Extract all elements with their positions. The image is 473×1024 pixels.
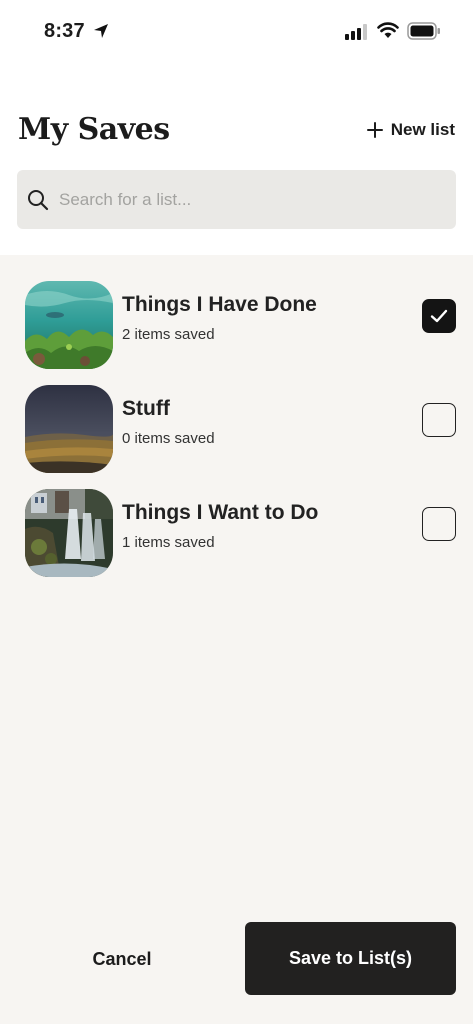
list-checkbox-unchecked[interactable] — [422, 507, 456, 541]
list-thumbnail-underwater — [25, 281, 113, 369]
list-thumbnail-desert-dusk — [25, 385, 113, 473]
save-to-lists-button[interactable]: Save to List(s) — [245, 922, 456, 995]
checkmark-icon — [430, 309, 448, 323]
list-title: Things I Have Done — [122, 293, 317, 316]
list-item-things-i-have-done[interactable]: Things I Have Done 2 items saved — [0, 281, 473, 373]
header: My Saves New list — [0, 108, 473, 158]
battery-icon — [407, 22, 440, 40]
location-arrow-icon — [94, 24, 108, 38]
cellular-signal-icon — [345, 24, 367, 40]
list-title: Things I Want to Do — [122, 501, 319, 524]
search-icon — [28, 189, 49, 210]
list-count: 2 items saved — [122, 326, 215, 343]
list-count: 1 items saved — [122, 534, 215, 551]
saved-lists: Things I Have Done 2 items saved Stuff 0… — [0, 255, 473, 910]
wifi-icon — [377, 22, 399, 38]
list-thumbnail-waterfall — [25, 489, 113, 577]
footer: Cancel Save to List(s) — [0, 910, 473, 1024]
list-checkbox-unchecked[interactable] — [422, 403, 456, 437]
new-list-button[interactable]: New list — [366, 120, 455, 140]
list-checkbox-checked[interactable] — [422, 299, 456, 333]
cancel-button[interactable]: Cancel — [62, 944, 182, 974]
page-title: My Saves — [18, 112, 170, 147]
search-box[interactable] — [17, 170, 456, 229]
status-time: 8:37 — [44, 20, 85, 42]
list-count: 0 items saved — [122, 430, 215, 447]
list-item-things-i-want-to-do[interactable]: Things I Want to Do 1 items saved — [0, 489, 473, 581]
search-input[interactable] — [59, 179, 439, 220]
list-item-stuff[interactable]: Stuff 0 items saved — [0, 385, 473, 477]
new-list-label: New list — [390, 120, 455, 139]
plus-icon — [366, 122, 383, 138]
list-title: Stuff — [122, 397, 170, 420]
status-bar: 8:37 — [0, 0, 473, 64]
